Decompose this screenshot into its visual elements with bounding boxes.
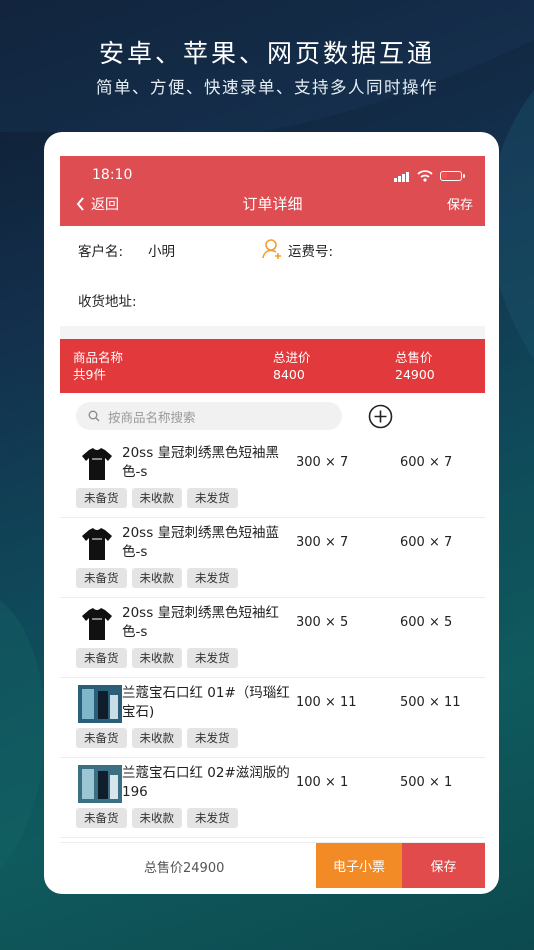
product-cost: 100 × 11 <box>296 695 357 710</box>
product-cost: 100 × 1 <box>296 775 349 790</box>
product-name: 20ss 皇冠刺绣黑色短袖黑色-s <box>122 445 280 480</box>
shipping-status-tag[interactable]: 未发货 <box>187 568 238 588</box>
stock-status-tag[interactable]: 未备货 <box>76 728 127 748</box>
product-row[interactable]: 20ss 皇冠刺绣黑色短袖黑色-s 300 × 7 600 × 7 未备货 未收… <box>60 437 485 518</box>
product-row[interactable]: 兰蔻宝石口红 02#滋润版的196 100 × 1 500 × 1 未备货 未收… <box>60 757 485 838</box>
stock-status-tag[interactable]: 未备货 <box>76 488 127 508</box>
product-name: 兰蔻宝石口红 02#滋润版的196 <box>122 765 290 800</box>
search-icon <box>88 410 100 422</box>
product-cost: 300 × 7 <box>296 455 349 470</box>
stock-status-tag[interactable]: 未备货 <box>76 568 127 588</box>
shipping-fee-label[interactable]: 运费号: <box>288 240 333 260</box>
search-input[interactable] <box>106 402 330 432</box>
wifi-icon <box>417 170 433 182</box>
total-cost-value: 8400 <box>273 367 305 382</box>
add-person-icon[interactable] <box>262 238 282 260</box>
header-save-button[interactable]: 保存 <box>447 194 473 213</box>
tshirt-icon <box>78 525 116 563</box>
address-label[interactable]: 收货地址: <box>78 290 137 310</box>
product-name: 20ss 皇冠刺绣黑色短袖红色-s <box>122 605 280 640</box>
tshirt-icon <box>78 445 116 483</box>
product-cost: 300 × 7 <box>296 535 349 550</box>
add-item-icon[interactable] <box>368 404 393 429</box>
shipping-status-tag[interactable]: 未发货 <box>187 648 238 668</box>
payment-status-tag[interactable]: 未收款 <box>131 728 182 748</box>
page-title: 订单详细 <box>242 195 303 213</box>
product-sale: 500 × 1 <box>400 775 453 790</box>
promo-subline: 简单、方便、快速录单、支持多人同时操作 <box>96 78 438 97</box>
product-name: 兰蔻宝石口红 01#（玛瑙红宝石) <box>122 685 290 720</box>
product-row[interactable]: 20ss 皇冠刺绣黑色短袖红色-s 300 × 5 600 × 5 未备货 未收… <box>60 597 485 678</box>
customer-name-value[interactable]: 小明 <box>148 240 175 260</box>
search-box[interactable] <box>76 402 342 432</box>
payment-status-tag[interactable]: 未收款 <box>131 488 182 508</box>
app-screen: 18:10 返回 订单详细 保存 客户名: 小明 运费号: 收货地址: 商品名称… <box>60 156 485 891</box>
product-name-header: 商品名称 <box>73 350 124 365</box>
product-name: 20ss 皇冠刺绣黑色短袖蓝色-s <box>122 525 280 560</box>
customer-name-label: 客户名: <box>78 244 124 260</box>
stock-status-tag[interactable]: 未备货 <box>76 808 127 828</box>
product-row[interactable]: 兰蔻宝石口红 01#（玛瑙红宝石) 100 × 11 500 × 11 未备货 … <box>60 677 485 758</box>
lipstick-photo <box>78 685 122 723</box>
shipping-status-tag[interactable]: 未发货 <box>187 808 238 828</box>
bottom-action-bar: 总售价24900 电子小票 保存 <box>60 842 485 888</box>
lipstick-photo <box>78 765 122 803</box>
total-cost-header: 总进价 <box>273 350 311 365</box>
shipping-status-tag[interactable]: 未发货 <box>187 488 238 508</box>
total-sale-summary: 总售价24900 <box>144 861 225 876</box>
payment-status-tag[interactable]: 未收款 <box>131 648 182 668</box>
status-time: 18:10 <box>92 167 133 183</box>
section-divider <box>60 326 485 339</box>
total-sale-header: 总售价 <box>395 350 433 365</box>
product-sale: 600 × 5 <box>400 615 453 630</box>
order-summary-bar: 商品名称 共9件 总进价 8400 总售价 24900 <box>60 339 485 393</box>
battery-icon <box>440 171 465 181</box>
signal-icon <box>394 172 412 182</box>
payment-status-tag[interactable]: 未收款 <box>131 568 182 588</box>
payment-status-tag[interactable]: 未收款 <box>131 808 182 828</box>
product-cost: 300 × 5 <box>296 615 349 630</box>
total-sale-value: 24900 <box>395 367 435 382</box>
product-row[interactable]: 20ss 皇冠刺绣黑色短袖蓝色-s 300 × 7 600 × 7 未备货 未收… <box>60 517 485 598</box>
phone-frame: 18:10 返回 订单详细 保存 客户名: 小明 运费号: 收货地址: 商品名称… <box>44 132 499 894</box>
save-button[interactable]: 保存 <box>402 843 485 888</box>
product-sale: 600 × 7 <box>400 455 453 470</box>
product-sale: 600 × 7 <box>400 535 453 550</box>
e-receipt-button[interactable]: 电子小票 <box>316 843 402 888</box>
promo-headline: 安卓、苹果、网页数据互通 <box>98 39 435 68</box>
stock-status-tag[interactable]: 未备货 <box>76 648 127 668</box>
item-count: 共9件 <box>73 367 106 382</box>
top-bar: 18:10 返回 订单详细 保存 <box>60 156 485 226</box>
shipping-status-tag[interactable]: 未发货 <box>187 728 238 748</box>
tshirt-icon <box>78 605 116 643</box>
product-sale: 500 × 11 <box>400 695 461 710</box>
